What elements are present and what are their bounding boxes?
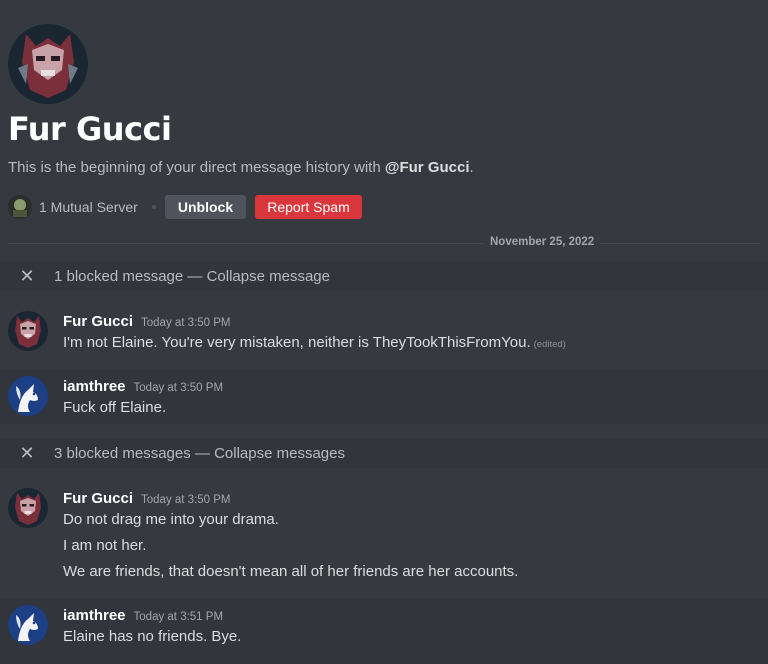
message-header: iamthree Today at 3:51 PM xyxy=(63,607,223,625)
intro-suffix: . xyxy=(469,159,474,176)
message-text: Do not drag me into your drama. xyxy=(63,511,279,528)
message-timestamp: Today at 3:50 PM xyxy=(141,317,231,329)
avatar[interactable] xyxy=(8,311,48,351)
mutual-servers-row[interactable]: 1 Mutual Server xyxy=(8,195,156,219)
message-content: I'm not Elaine. You're very mistaken, ne… xyxy=(63,334,566,351)
close-icon[interactable]: ✕ xyxy=(0,443,54,464)
blocked-messages-text[interactable]: 1 blocked message — Collapse message xyxy=(54,268,330,285)
message-text: Elaine has no friends. Bye. xyxy=(63,628,242,645)
blocked-messages-bar[interactable]: ✕ 3 blocked messages — Collapse messages xyxy=(0,438,768,468)
mutual-servers-label[interactable]: 1 Mutual Server xyxy=(39,199,138,215)
message-author[interactable]: iamthree xyxy=(63,607,126,624)
avatar[interactable] xyxy=(8,488,48,528)
message-header: iamthree Today at 3:50 PM xyxy=(63,378,223,396)
message-author[interactable]: Fur Gucci xyxy=(63,490,133,507)
dm-intro-text: This is the beginning of your direct mes… xyxy=(8,159,474,176)
date-divider-line xyxy=(8,243,760,244)
message-author[interactable]: iamthree xyxy=(63,378,126,395)
message-header: Fur Gucci Today at 3:50 PM xyxy=(63,313,231,331)
message-text: We are friends, that doesn't mean all of… xyxy=(63,563,519,580)
message-timestamp: Today at 3:51 PM xyxy=(133,611,224,623)
report-spam-button[interactable]: Report Spam xyxy=(255,195,362,219)
avatar[interactable] xyxy=(8,376,48,416)
intro-mention[interactable]: @Fur Gucci xyxy=(385,159,470,176)
message-author[interactable]: Fur Gucci xyxy=(63,313,133,330)
close-icon[interactable]: ✕ xyxy=(0,266,54,287)
edited-label: (edited) xyxy=(533,339,566,350)
dm-header-avatar xyxy=(8,24,88,104)
blocked-messages-text[interactable]: 3 blocked messages — Collapse messages xyxy=(54,445,345,462)
message-text: I am not her. xyxy=(63,537,147,554)
separator-dot xyxy=(151,205,156,209)
date-divider-label: November 25, 2022 xyxy=(484,236,601,248)
mutual-server-icon xyxy=(8,195,32,219)
dm-title: Fur Gucci xyxy=(8,110,172,148)
message-header: Fur Gucci Today at 3:50 PM xyxy=(63,490,231,508)
message-timestamp: Today at 3:50 PM xyxy=(141,494,231,506)
unblock-button[interactable]: Unblock xyxy=(165,195,246,219)
avatar[interactable] xyxy=(8,605,48,645)
message-text: I'm not Elaine. You're very mistaken, ne… xyxy=(63,334,531,351)
message-text: Fuck off Elaine. xyxy=(63,399,167,416)
blocked-messages-bar[interactable]: ✕ 1 blocked message — Collapse message xyxy=(0,261,768,291)
message-timestamp: Today at 3:50 PM xyxy=(133,382,224,394)
intro-prefix: This is the beginning of your direct mes… xyxy=(8,159,385,176)
